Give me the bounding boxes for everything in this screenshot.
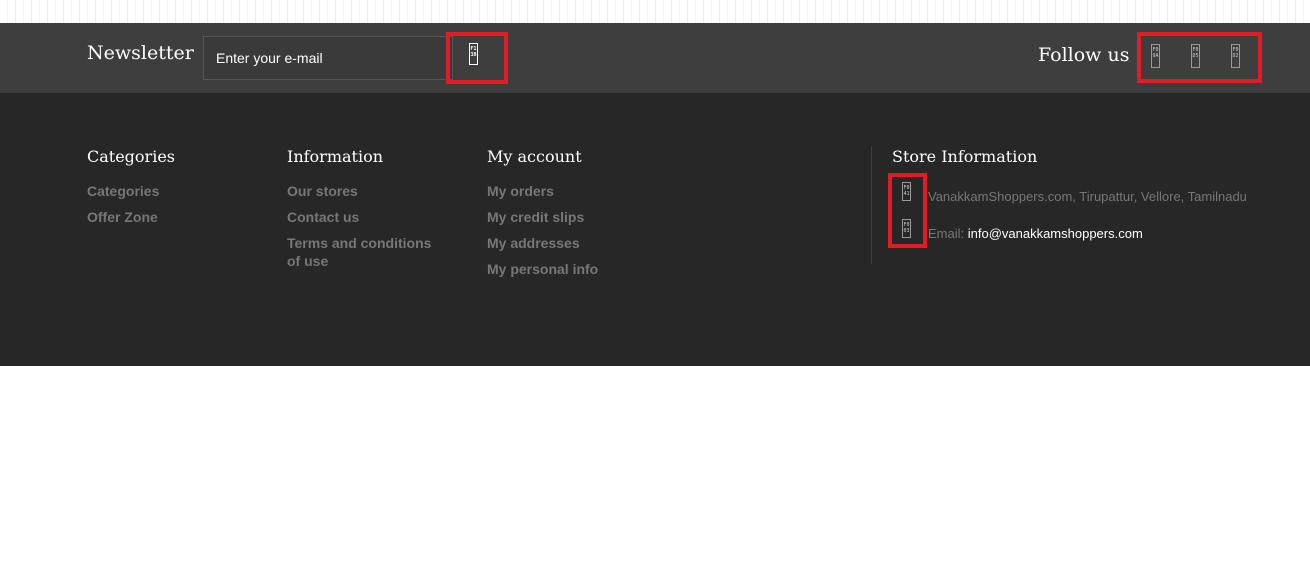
- footer-divider: [871, 146, 872, 264]
- newsletter-bar: Newsletter F138 Follow us F09A F0D5 F0D2: [0, 23, 1310, 93]
- google-plus-icon[interactable]: F0D2: [1231, 44, 1240, 68]
- footer-link-my-personal-info[interactable]: My personal info: [487, 260, 598, 278]
- my-account-title: My account: [487, 147, 582, 166]
- newsletter-email-input[interactable]: [203, 36, 453, 80]
- store-email-link[interactable]: info@vanakkamshoppers.com: [968, 226, 1143, 241]
- footer-link-our-stores[interactable]: Our stores: [287, 182, 358, 200]
- footer-link-offer-zone[interactable]: Offer Zone: [87, 208, 158, 226]
- map-marker-icon: F041: [902, 182, 911, 201]
- categories-title: Categories: [87, 147, 175, 166]
- footer-link-my-addresses[interactable]: My addresses: [487, 234, 580, 252]
- envelope-icon: F003: [902, 219, 911, 238]
- footer-link-my-credit-slips[interactable]: My credit slips: [487, 208, 584, 226]
- newsletter-submit-icon[interactable]: F138: [469, 43, 478, 65]
- store-address: VanakkamShoppers.com, Tirupattur, Vellor…: [928, 189, 1247, 204]
- twitter-icon[interactable]: F0D5: [1191, 44, 1200, 68]
- footer-link-categories[interactable]: Categories: [87, 182, 159, 200]
- store-email-row: Email: info@vanakkamshoppers.com: [928, 226, 1143, 241]
- store-email-label: Email:: [928, 226, 968, 241]
- information-title: Information: [287, 147, 384, 166]
- facebook-icon[interactable]: F09A: [1151, 44, 1160, 68]
- top-decorative-strip: [0, 0, 1310, 23]
- store-information-title: Store Information: [892, 147, 1038, 166]
- follow-us-title: Follow us: [1038, 44, 1130, 66]
- newsletter-title: Newsletter: [87, 42, 194, 64]
- footer-link-contact-us[interactable]: Contact us: [287, 208, 359, 226]
- footer-link-my-orders[interactable]: My orders: [487, 182, 554, 200]
- footer-main: Categories Categories Offer Zone Informa…: [0, 93, 1310, 366]
- footer-link-terms[interactable]: Terms and conditions of use: [287, 234, 447, 270]
